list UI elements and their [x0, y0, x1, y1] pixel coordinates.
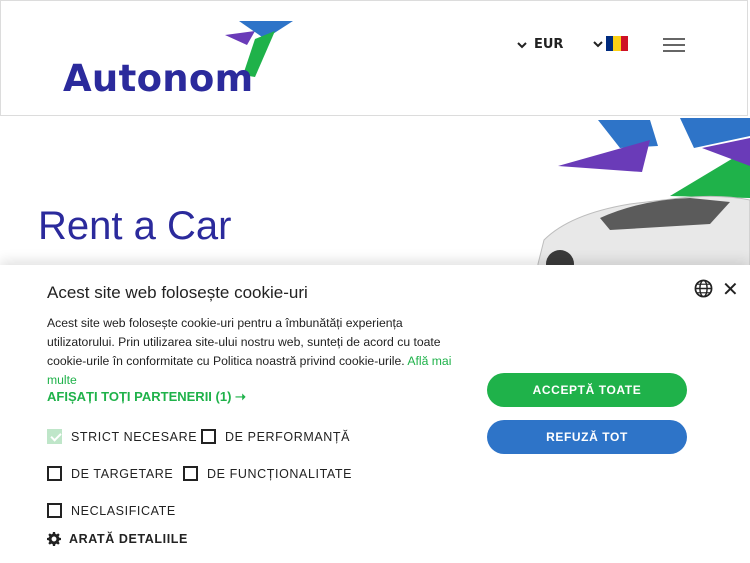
hero-car-image — [537, 118, 750, 268]
romania-flag-icon — [606, 36, 628, 51]
show-partners-link[interactable]: AFIȘAȚI TOȚI PARTENERII (1) ➝ — [47, 389, 246, 405]
cookie-banner: Acest site web folosește cookie-uri ✕ Ac… — [0, 265, 750, 563]
gear-icon — [47, 532, 61, 546]
checkbox-unclassified[interactable]: NECLASIFICATE — [47, 503, 176, 518]
checkbox-label: DE TARGETARE — [71, 466, 174, 481]
reject-all-button[interactable]: REFUZĂ TOT — [487, 420, 687, 454]
logo-text[interactable]: Autonom — [63, 57, 254, 100]
checkbox-label: DE PERFORMANȚĂ — [225, 429, 351, 444]
checkbox-label: DE FUNCȚIONALITATE — [207, 466, 353, 481]
chevron-down-icon — [517, 41, 527, 48]
currency-selector[interactable]: EUR — [516, 37, 563, 52]
checkbox-box[interactable] — [47, 503, 62, 518]
checkbox-box[interactable] — [47, 429, 62, 444]
cookie-description: Acest site web folosește cookie-uri pent… — [47, 314, 472, 390]
cookie-description-text: Acest site web folosește cookie-uri pent… — [47, 316, 441, 368]
checkbox-performance[interactable]: DE PERFORMANȚĂ — [201, 429, 350, 444]
globe-icon[interactable] — [694, 279, 713, 298]
site-header: Autonom EUR — [0, 0, 748, 116]
checkbox-label: NECLASIFICATE — [71, 503, 176, 518]
checkbox-box[interactable] — [47, 466, 62, 481]
language-selector[interactable] — [592, 36, 628, 51]
hamburger-menu-icon[interactable] — [663, 38, 685, 54]
show-details-label: ARATĂ DETALIILE — [69, 532, 188, 546]
checkbox-strict-necessary[interactable]: STRICT NECESARE — [47, 429, 197, 444]
cookie-title: Acest site web folosește cookie-uri — [47, 283, 308, 302]
close-icon[interactable]: ✕ — [722, 279, 739, 299]
accept-all-button[interactable]: ACCEPTĂ TOATE — [487, 373, 687, 407]
checkbox-box[interactable] — [201, 429, 216, 444]
hero-title: Rent a Car — [38, 204, 232, 248]
currency-label: EUR — [534, 37, 564, 52]
checkbox-box[interactable] — [183, 466, 198, 481]
checkbox-functionality[interactable]: DE FUNCȚIONALITATE — [183, 466, 352, 481]
chevron-down-icon — [593, 40, 603, 47]
checkbox-label: STRICT NECESARE — [71, 429, 198, 444]
show-details-button[interactable]: ARATĂ DETALIILE — [47, 532, 188, 546]
checkbox-targeting[interactable]: DE TARGETARE — [47, 466, 173, 481]
